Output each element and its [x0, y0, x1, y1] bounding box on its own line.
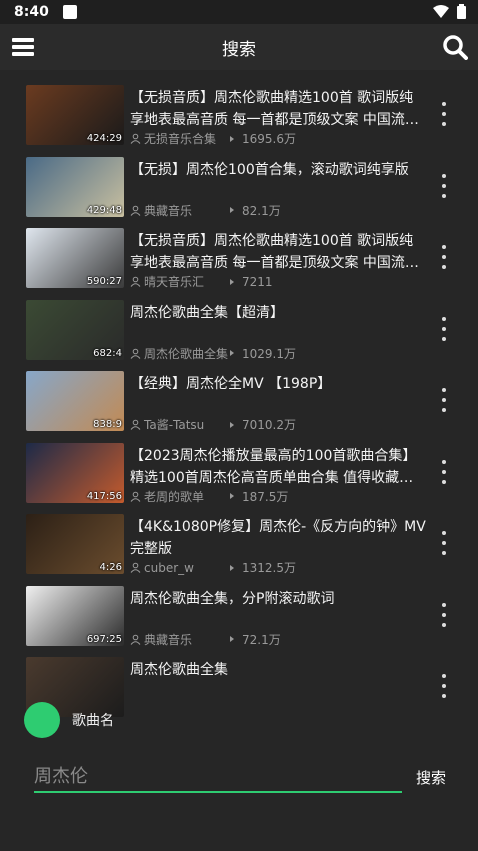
result-meta: cuber_w 1312.5万	[130, 559, 296, 576]
result-title: 【无损音质】周杰伦歌曲精选100首 歌词版纯享地表最高音质 每一首都是顶级文案 …	[130, 90, 419, 128]
result-meta: 晴天音乐汇 7211	[130, 273, 273, 290]
result-list: 424:29 【无损音质】周杰伦歌曲精选100首 歌词版纯享地表最高音质 每一首…	[0, 80, 478, 724]
result-item[interactable]: 682:4 周杰伦歌曲全集【超清】 周杰伦歌曲全集 1029.1万	[0, 295, 478, 367]
result-item[interactable]: 429:48 【无损】周杰伦100首合集，滚动歌词纯享版 典藏音乐 82.1万	[0, 152, 478, 224]
play-count-icon	[230, 278, 234, 285]
result-duration: 424:29	[86, 133, 122, 144]
play-count-icon	[230, 421, 234, 428]
result-duration: 682:4	[93, 347, 122, 359]
result-thumbnail[interactable]: 682:4	[26, 299, 124, 360]
user-icon	[130, 133, 141, 144]
search-button[interactable]: 搜索	[416, 767, 446, 788]
result-plays: 1029.1万	[242, 346, 296, 361]
play-count-icon	[230, 207, 234, 213]
result-plays: 7211	[242, 274, 273, 289]
result-thumbnail[interactable]: 424:29	[26, 85, 124, 145]
result-title: 【无损】周杰伦100首合集，滚动歌词纯享版	[130, 161, 409, 178]
result-author: 无损音乐合集	[144, 132, 217, 146]
result-item[interactable]: 697:25 周杰伦歌曲全集，分P附滚动歌词 典藏音乐 72.1万	[0, 581, 478, 653]
play-count-icon	[230, 564, 234, 571]
result-meta: 老周的歌单 187.5万	[130, 488, 288, 505]
result-thumbnail[interactable]: 838:9	[26, 371, 124, 431]
status-time: 8:40	[14, 4, 49, 20]
result-item[interactable]: 424:29 【无损音质】周杰伦歌曲精选100首 歌词版纯享地表最高音质 每一首…	[0, 80, 478, 152]
result-plays: 187.5万	[242, 489, 289, 504]
result-item[interactable]: 417:56 【2023周杰伦播放量最高的100首歌曲合集】 精选100首周杰伦…	[0, 438, 478, 510]
result-duration: 417:56	[86, 490, 122, 502]
result-duration: 429:48	[86, 204, 122, 216]
play-count-icon	[230, 493, 234, 499]
more-options-icon[interactable]	[440, 102, 448, 126]
result-author: Ta酱-Tatsu	[144, 418, 205, 432]
status-bar: 8:40	[0, 0, 478, 24]
album-disc-icon[interactable]	[24, 702, 60, 738]
more-options-icon[interactable]	[440, 316, 448, 341]
more-options-icon[interactable]	[440, 245, 448, 269]
user-icon	[130, 348, 141, 359]
result-item[interactable]: 838:9 【经典】周杰伦全MV 【198P】 Ta酱-Tatsu 7010.2…	[0, 366, 478, 438]
user-icon	[130, 562, 141, 573]
result-plays: 72.1万	[242, 632, 281, 647]
result-title: 周杰伦歌曲全集，分P附滚动歌词	[130, 590, 335, 607]
result-duration: 838:9	[93, 419, 122, 430]
user-icon	[130, 491, 141, 502]
result-title: 【4K&1080P修复】周杰伦-《反方向的钟》MV完整版	[130, 519, 426, 557]
more-options-icon[interactable]	[440, 173, 448, 198]
play-count-icon	[230, 135, 234, 142]
more-options-icon[interactable]	[440, 388, 448, 412]
more-options-icon[interactable]	[440, 459, 448, 484]
result-item[interactable]: 590:27 【无损音质】周杰伦歌曲精选100首 歌词版纯享地表最高音质 每一首…	[0, 223, 478, 295]
result-meta: Ta酱-Tatsu 7010.2万	[130, 416, 296, 433]
result-title: 周杰伦歌曲全集	[130, 662, 228, 678]
wifi-icon	[433, 4, 449, 18]
result-meta: 典藏音乐 82.1万	[130, 202, 281, 219]
user-icon	[130, 205, 141, 216]
result-author: 周杰伦歌曲全集	[144, 346, 229, 361]
result-thumbnail[interactable]: 4:26	[26, 514, 124, 574]
user-icon	[130, 419, 141, 430]
result-duration: 4:26	[99, 562, 122, 573]
result-meta: 周杰伦歌曲全集 1029.1万	[130, 345, 296, 362]
result-author: 典藏音乐	[144, 632, 193, 647]
result-thumbnail[interactable]: 590:27	[26, 228, 124, 288]
result-duration: 590:27	[86, 276, 122, 287]
result-item[interactable]: 4:26 【4K&1080P修复】周杰伦-《反方向的钟》MV完整版 cuber_…	[0, 509, 478, 581]
page-title: 搜索	[222, 39, 256, 60]
menu-icon[interactable]	[12, 38, 34, 56]
result-author: cuber_w	[144, 560, 194, 575]
result-plays: 1312.5万	[242, 561, 296, 575]
battery-icon	[457, 4, 466, 19]
result-meta: 典藏音乐 72.1万	[130, 631, 281, 648]
result-duration: 697:25	[86, 633, 122, 645]
result-author: 典藏音乐	[144, 203, 193, 218]
result-thumbnail[interactable]: 417:56	[26, 442, 124, 503]
result-thumbnail[interactable]: 429:48	[26, 156, 124, 217]
app-header: 搜索	[0, 24, 478, 70]
more-options-icon[interactable]	[440, 602, 448, 627]
search-icon[interactable]	[442, 34, 468, 60]
more-options-icon[interactable]	[440, 531, 448, 555]
user-icon	[130, 634, 141, 645]
search-bar: 搜索	[0, 755, 478, 805]
result-title: 【经典】周杰伦全MV 【198P】	[130, 376, 332, 392]
notification-icon	[62, 5, 77, 19]
result-meta: 无损音乐合集 1695.6万	[130, 130, 296, 147]
result-title: 周杰伦歌曲全集【超清】	[130, 304, 284, 321]
result-plays: 7010.2万	[242, 418, 296, 432]
result-author: 老周的歌单	[144, 489, 205, 504]
user-icon	[130, 276, 141, 287]
result-title: 【2023周杰伦播放量最高的100首歌曲合集】 精选100首周杰伦高音质单曲合集…	[130, 447, 417, 486]
search-input[interactable]	[34, 761, 402, 793]
mini-player[interactable]: 歌曲名	[0, 690, 478, 750]
song-name: 歌曲名	[72, 713, 114, 729]
result-plays: 82.1万	[242, 203, 281, 218]
result-title: 【无损音质】周杰伦歌曲精选100首 歌词版纯享地表最高音质 每一首都是顶级文案 …	[130, 233, 419, 271]
play-count-icon	[230, 350, 234, 356]
result-author: 晴天音乐汇	[144, 275, 205, 289]
result-plays: 1695.6万	[242, 132, 296, 146]
play-count-icon	[230, 636, 234, 642]
result-thumbnail[interactable]: 697:25	[26, 585, 124, 646]
status-icons	[433, 4, 466, 19]
